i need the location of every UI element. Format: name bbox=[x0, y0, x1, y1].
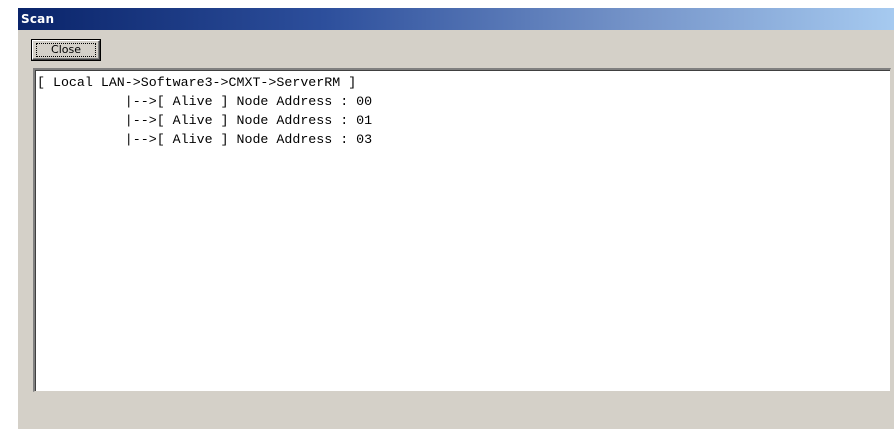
output-line-path: [ Local LAN->Software3->CMXT->ServerRM ] bbox=[37, 75, 357, 90]
output-line-node: |-->[ Alive ] Node Address : 01 bbox=[37, 113, 373, 128]
close-button-label: Close bbox=[51, 43, 81, 56]
title-bar[interactable]: Scan bbox=[18, 8, 894, 30]
scan-output-lines: [ Local LAN->Software3->CMXT->ServerRM ]… bbox=[37, 73, 372, 149]
output-line-node: |-->[ Alive ] Node Address : 00 bbox=[37, 94, 373, 109]
window-title: Scan bbox=[21, 12, 55, 26]
output-line-node: |-->[ Alive ] Node Address : 03 bbox=[37, 132, 373, 147]
scan-window: Scan Close [ Local LAN->Software3->CMXT-… bbox=[18, 8, 894, 429]
close-button[interactable]: Close bbox=[32, 40, 100, 60]
scan-output-box[interactable]: [ Local LAN->Software3->CMXT->ServerRM ]… bbox=[33, 68, 891, 392]
